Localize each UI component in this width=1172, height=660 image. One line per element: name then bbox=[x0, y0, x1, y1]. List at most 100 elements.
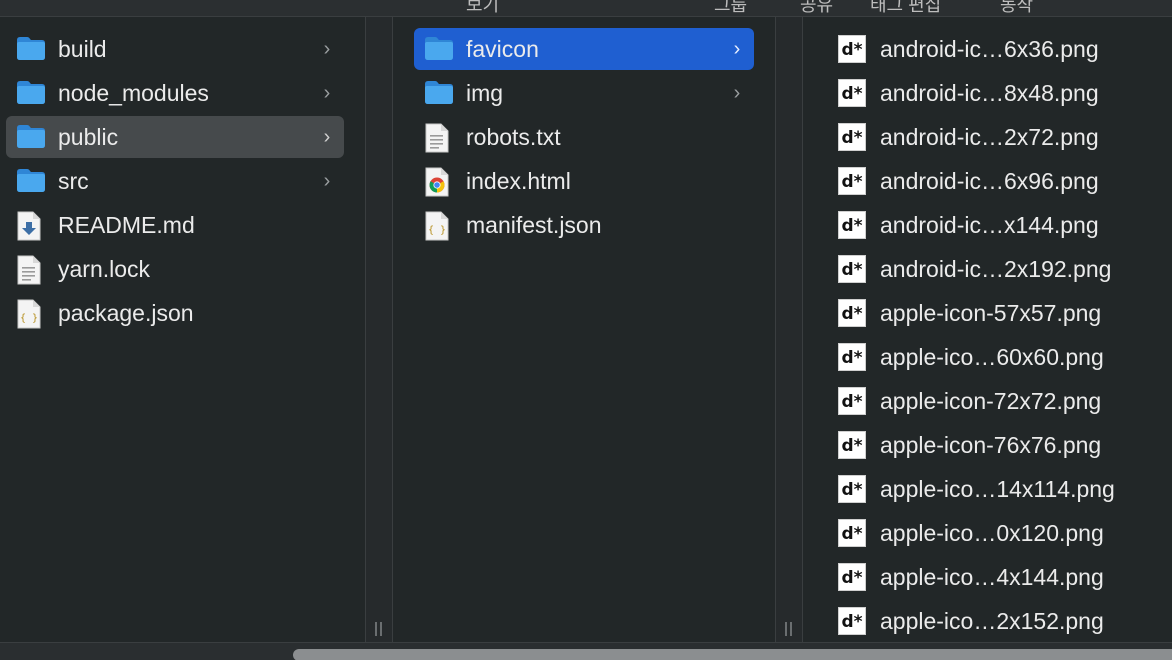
png-file-icon: d* bbox=[838, 79, 868, 107]
list-item[interactable]: README.md bbox=[6, 204, 344, 246]
item-label: build bbox=[58, 35, 107, 62]
png-file-icon: d* bbox=[838, 255, 868, 283]
png-file-icon: d* bbox=[838, 387, 868, 415]
chevron-right-icon: › bbox=[733, 37, 741, 60]
resize-grip-icon[interactable] bbox=[374, 622, 384, 636]
svg-text:d*: d* bbox=[841, 84, 862, 104]
png-file-icon: d* bbox=[838, 123, 868, 151]
list-item[interactable]: d* android-ic…6x36.png bbox=[836, 28, 1166, 70]
toolbar-label-share[interactable]: 공유 bbox=[800, 0, 833, 16]
item-label: android-ic…2x72.png bbox=[880, 123, 1099, 150]
toolbar-partial: 보기 그룹 공유 태그 편집 동작 bbox=[0, 0, 1172, 17]
folder-icon bbox=[424, 35, 454, 63]
png-file-icon: d* bbox=[838, 123, 866, 151]
text-file-icon bbox=[16, 255, 46, 285]
svg-text:d*: d* bbox=[841, 348, 862, 368]
list-item[interactable]: d* apple-icon-72x72.png bbox=[836, 380, 1166, 422]
png-file-icon: d* bbox=[838, 607, 866, 635]
list-item[interactable]: d* apple-ico…14x114.png bbox=[836, 468, 1166, 510]
column-resize-divider[interactable] bbox=[775, 17, 803, 642]
json-file-icon: { } bbox=[425, 211, 449, 241]
list-item[interactable]: d* apple-ico…4x144.png bbox=[836, 556, 1166, 598]
list-item[interactable]: node_modules › bbox=[6, 72, 344, 114]
svg-text:{ }: { } bbox=[428, 225, 446, 236]
folder-icon bbox=[16, 123, 46, 151]
png-file-icon: d* bbox=[838, 35, 866, 63]
column-resize-divider[interactable] bbox=[365, 17, 393, 642]
toolbar-label-group[interactable]: 그룹 bbox=[714, 0, 747, 16]
png-file-icon: d* bbox=[838, 35, 868, 63]
item-label: android-ic…6x36.png bbox=[880, 35, 1099, 62]
item-label: node_modules bbox=[58, 79, 209, 106]
item-label: README.md bbox=[58, 211, 195, 238]
list-item[interactable]: d* apple-icon-57x57.png bbox=[836, 292, 1166, 334]
item-label: robots.txt bbox=[466, 123, 561, 150]
list-item[interactable]: d* apple-ico…0x120.png bbox=[836, 512, 1166, 554]
chrome-html-icon bbox=[425, 167, 449, 197]
finder-window: 보기 그룹 공유 태그 편집 동작 build › node_modules › pub… bbox=[0, 0, 1172, 660]
list-item[interactable]: src › bbox=[6, 160, 344, 202]
folder-icon bbox=[17, 37, 45, 60]
list-item[interactable]: d* apple-ico…2x152.png bbox=[836, 600, 1166, 642]
chevron-right-icon: › bbox=[733, 81, 741, 104]
svg-text:d*: d* bbox=[841, 524, 862, 544]
item-label: apple-icon-76x76.png bbox=[880, 431, 1102, 458]
png-file-icon: d* bbox=[838, 211, 866, 239]
json-file-icon: { } bbox=[16, 299, 46, 329]
png-file-icon: d* bbox=[838, 387, 866, 415]
png-file-icon: d* bbox=[838, 475, 866, 503]
resize-grip-icon[interactable] bbox=[784, 622, 794, 636]
png-file-icon: d* bbox=[838, 519, 866, 547]
list-item[interactable]: d* android-ic…2x72.png bbox=[836, 116, 1166, 158]
chrome-html-icon bbox=[424, 167, 454, 197]
png-file-icon: d* bbox=[838, 79, 866, 107]
list-item[interactable]: d* apple-ico…60x60.png bbox=[836, 336, 1166, 378]
item-label: manifest.json bbox=[466, 211, 602, 238]
horizontal-scrollbar-thumb[interactable] bbox=[293, 649, 1172, 660]
png-file-icon: d* bbox=[838, 607, 868, 635]
list-item[interactable]: d* android-ic…2x192.png bbox=[836, 248, 1166, 290]
list-item[interactable]: d* apple-icon-76x76.png bbox=[836, 424, 1166, 466]
list-item[interactable]: img › bbox=[414, 72, 754, 114]
png-file-icon: d* bbox=[838, 519, 868, 547]
svg-text:d*: d* bbox=[841, 480, 862, 500]
chevron-right-icon: › bbox=[323, 169, 331, 192]
item-label: img bbox=[466, 79, 504, 106]
list-item[interactable]: build › bbox=[6, 28, 344, 70]
text-file-icon bbox=[425, 123, 449, 153]
chevron-right-icon: › bbox=[323, 81, 331, 104]
toolbar-label-tags[interactable]: 태그 편집 bbox=[870, 0, 941, 16]
png-file-icon: d* bbox=[838, 167, 868, 195]
list-item[interactable]: { } manifest.json bbox=[414, 204, 754, 246]
list-item[interactable]: index.html bbox=[414, 160, 754, 202]
toolbar-label-action[interactable]: 동작 bbox=[1000, 0, 1033, 16]
item-label: apple-ico…4x144.png bbox=[880, 563, 1104, 590]
column-root: build › node_modules › public › src › README.md y… bbox=[0, 17, 365, 642]
list-item[interactable]: d* android-ic…6x96.png bbox=[836, 160, 1166, 202]
markdown-file-icon bbox=[17, 211, 41, 241]
svg-text:d*: d* bbox=[841, 436, 862, 456]
list-item[interactable]: d* android-ic…x144.png bbox=[836, 204, 1166, 246]
list-item[interactable]: public › bbox=[6, 116, 344, 158]
item-label: public bbox=[58, 123, 119, 150]
svg-text:d*: d* bbox=[841, 568, 862, 588]
chevron-right-icon: › bbox=[323, 37, 331, 60]
toolbar-label-view[interactable]: 보기 bbox=[466, 0, 499, 16]
png-file-icon: d* bbox=[838, 431, 868, 459]
folder-icon bbox=[16, 35, 46, 63]
item-label: android-ic…8x48.png bbox=[880, 79, 1099, 106]
item-label: apple-ico…2x152.png bbox=[880, 607, 1104, 634]
png-file-icon: d* bbox=[838, 343, 868, 371]
list-item[interactable]: d* android-ic…8x48.png bbox=[836, 72, 1166, 114]
png-file-icon: d* bbox=[838, 299, 866, 327]
png-file-icon: d* bbox=[838, 299, 868, 327]
list-item[interactable]: robots.txt bbox=[414, 116, 754, 158]
item-label: android-ic…6x96.png bbox=[880, 167, 1099, 194]
list-item[interactable]: yarn.lock bbox=[6, 248, 344, 290]
list-item[interactable]: { } package.json bbox=[6, 292, 344, 334]
item-label: android-ic…x144.png bbox=[880, 211, 1099, 238]
svg-text:d*: d* bbox=[841, 612, 862, 632]
folder-icon bbox=[425, 37, 453, 60]
list-item[interactable]: favicon › bbox=[414, 28, 754, 70]
png-file-icon: d* bbox=[838, 255, 866, 283]
